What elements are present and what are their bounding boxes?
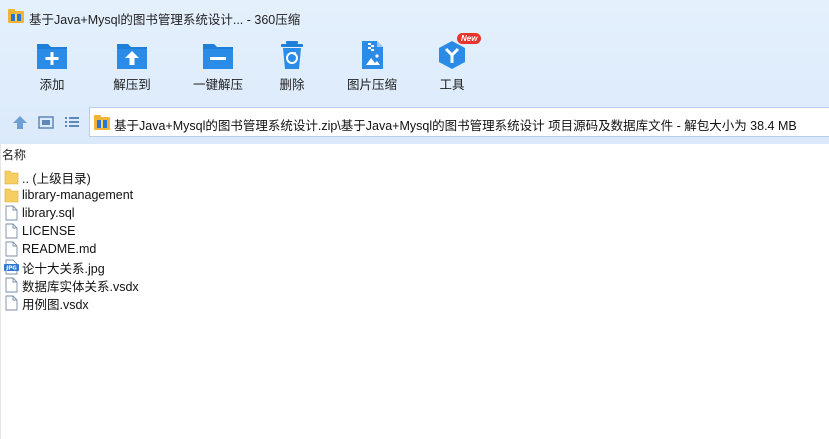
- add-button-label: 添加: [39, 78, 65, 92]
- folder-icon: [4, 188, 19, 203]
- new-badge: New: [457, 33, 482, 44]
- delete-button[interactable]: 删除: [255, 36, 329, 96]
- image-compress-label: 图片压缩: [346, 78, 397, 92]
- extract-to-button[interactable]: 解压到: [95, 36, 169, 96]
- tools-button[interactable]: New 工具: [415, 33, 489, 96]
- view-thumbnail-icon[interactable]: [37, 114, 55, 130]
- view-list-icon[interactable]: [63, 114, 81, 130]
- window-title: 基于Java+Mysql的图书管理系统设计... - 360压缩: [29, 13, 301, 27]
- one-click-extract-button[interactable]: 一键解压: [181, 36, 255, 96]
- one-click-extract-label: 一键解压: [192, 78, 243, 92]
- file-name: library.sql: [22, 206, 75, 220]
- list-item-folder[interactable]: library-management: [4, 186, 133, 204]
- document-icon: [5, 241, 18, 257]
- document-icon: [5, 205, 18, 221]
- add-icon: [37, 44, 67, 69]
- list-item-file[interactable]: LICENSE: [4, 222, 76, 240]
- file-name: 数据库实体关系.vsdx: [22, 279, 139, 294]
- list-item-file[interactable]: library.sql: [4, 204, 75, 222]
- folder-icon: [4, 170, 19, 185]
- file-name: 论十大关系.jpg: [22, 261, 105, 276]
- file-name: LICENSE: [22, 224, 76, 238]
- list-item-file[interactable]: README.md: [4, 240, 96, 258]
- file-list: 名称 .. (上级目录) library-management library.…: [0, 144, 829, 439]
- list-item-parent-folder[interactable]: .. (上级目录): [4, 168, 91, 186]
- extract-to-label: 解压到: [113, 78, 151, 92]
- list-item-image[interactable]: JPG 论十大关系.jpg: [4, 258, 105, 276]
- tools-label: 工具: [439, 78, 465, 92]
- one-click-extract-icon: [203, 44, 233, 69]
- address-bar[interactable]: 基于Java+Mysql的图书管理系统设计.zip\基于Java+Mysql的图…: [89, 107, 829, 137]
- svg-text:JPG: JPG: [5, 266, 17, 272]
- document-icon: [5, 295, 18, 311]
- file-name: library-management: [22, 188, 134, 202]
- file-name: .. (上级目录): [22, 171, 91, 186]
- add-button[interactable]: 添加: [15, 36, 89, 96]
- title-bar: 基于Java+Mysql的图书管理系统设计... - 360压缩: [0, 0, 829, 32]
- document-icon: [5, 277, 18, 293]
- column-header-name[interactable]: 名称: [1, 146, 26, 164]
- toolbar: 添加 解压到 一键解压 删除 图片压缩 New 工具: [0, 33, 829, 98]
- jpg-image-icon: JPG: [4, 259, 19, 275]
- tools-icon: [439, 41, 465, 69]
- file-name: README.md: [22, 242, 97, 256]
- delete-icon: [281, 41, 303, 69]
- window-chrome: 基于Java+Mysql的图书管理系统设计... - 360压缩 添加 解压到: [0, 0, 829, 144]
- image-compress-icon: [362, 41, 383, 69]
- list-item-file[interactable]: 用例图.vsdx: [4, 294, 89, 312]
- up-arrow-icon[interactable]: [11, 114, 29, 130]
- file-name: 用例图.vsdx: [22, 297, 89, 312]
- zip-archive-icon: [94, 115, 110, 130]
- delete-label: 删除: [279, 78, 305, 92]
- list-item-file[interactable]: 数据库实体关系.vsdx: [4, 276, 139, 294]
- archive-path: 基于Java+Mysql的图书管理系统设计.zip\基于Java+Mysql的图…: [114, 119, 797, 133]
- document-icon: [5, 223, 18, 239]
- extract-to-icon: [117, 44, 147, 69]
- app-logo-icon: [8, 9, 24, 23]
- image-compress-button[interactable]: 图片压缩: [335, 36, 409, 96]
